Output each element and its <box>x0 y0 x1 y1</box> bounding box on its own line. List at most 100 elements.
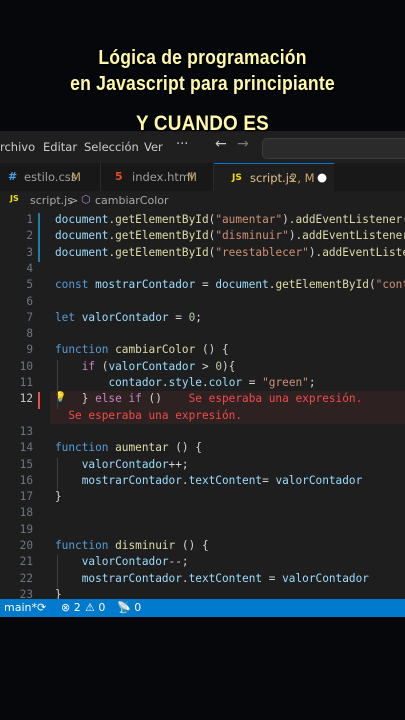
line-number: 10 <box>19 359 33 373</box>
code-line[interactable]: document.getElementById("disminuir").add… <box>55 229 405 242</box>
branch-indicator[interactable]: main* <box>4 601 37 614</box>
unsaved-dot-icon[interactable]: ● <box>317 170 327 184</box>
ports-indicator[interactable]: 📡 0 <box>117 601 141 614</box>
code-token: 0 <box>215 359 222 373</box>
code-line[interactable]: contador.style.color = "green"; <box>55 376 315 389</box>
breadcrumb-symbol[interactable]: cambiarColor <box>95 194 169 207</box>
line-number: 13 <box>19 424 33 438</box>
code-token: textContent <box>188 473 263 487</box>
line-number: 12 <box>19 392 33 406</box>
line-number: 14 <box>19 441 33 455</box>
tab-index-html[interactable]: 5 index.html M <box>101 163 214 191</box>
code-line[interactable]: function aumentar () { <box>55 441 202 454</box>
code-token: "reestablecer" <box>215 245 309 259</box>
code-token: ). <box>288 229 303 243</box>
video-caption-line-3: Y CUANDO ES <box>136 112 269 135</box>
line-number: 15 <box>19 457 33 471</box>
line-number: 20 <box>19 539 33 552</box>
code-token: contador <box>108 376 162 389</box>
code-token: addEventListener <box>295 213 403 226</box>
code-line[interactable]: function disminuir () { <box>55 539 209 552</box>
video-caption-line-1: Lógica de programación <box>98 47 307 69</box>
code-token: } <box>55 490 62 504</box>
code-token: getElementById <box>275 278 369 292</box>
gutter-change-marker <box>38 213 40 230</box>
breadcrumb: JS script.js > ⬡ cambiarColor <box>0 191 405 211</box>
code-token: document <box>55 213 109 226</box>
error-message-line[interactable]: Se esperaba una expresión. <box>55 409 242 422</box>
code-line[interactable]: valorContador--; <box>55 555 189 568</box>
code-line[interactable]: mostrarContador.textContent= valorContad… <box>55 473 363 487</box>
line-number: 18 <box>19 506 33 520</box>
code-token: ( <box>95 359 109 373</box>
tab-estilo-css[interactable]: # estilo.css M <box>0 163 101 191</box>
code-token: valorContador <box>81 310 169 324</box>
indent-guide <box>57 359 58 409</box>
code-token: . <box>201 376 209 389</box>
gutter-change-marker <box>38 392 40 409</box>
line-number: 21 <box>19 555 33 569</box>
function-symbol-icon: ⬡ <box>81 193 91 206</box>
code-line[interactable]: } <box>55 490 62 503</box>
code-token: style <box>168 376 202 389</box>
code-token: ). <box>282 213 296 226</box>
status-bar: main* ⟳ ⊗ 2 ⚠ 0 📡 0 <box>0 599 405 617</box>
code-line[interactable]: document.getElementById("reestablecer").… <box>55 246 405 259</box>
line-number: 7 <box>26 310 33 324</box>
lightbulb-icon[interactable]: 💡 <box>54 392 66 403</box>
code-token: valorContador <box>81 555 169 569</box>
command-center-search[interactable] <box>262 138 405 159</box>
warnings-count[interactable]: ⚠ 0 <box>85 601 105 614</box>
line-number: 6 <box>26 294 33 308</box>
more-menu-icon[interactable]: ··· <box>176 137 188 152</box>
code-token: disminuir <box>115 539 176 552</box>
code-token: mostrarContador <box>95 278 196 292</box>
code-editor[interactable]: 1 document.getElementById("aumentar").add… <box>0 211 405 617</box>
code-line[interactable]: let valorContador = 0; <box>55 311 202 324</box>
code-token: ( <box>368 278 376 292</box>
tab-label: estilo.css <box>24 170 77 184</box>
errors-count[interactable]: ⊗ 2 <box>61 601 81 614</box>
line-number: 22 <box>19 571 33 585</box>
code-line[interactable]: document.getElementById("aumentar").addE… <box>55 213 405 226</box>
code-token: = <box>242 376 263 389</box>
tab-problem-badge: 2, M <box>290 171 315 185</box>
code-token: getElementById <box>115 213 209 226</box>
code-token: --; <box>168 555 189 569</box>
breadcrumb-separator: > <box>69 194 79 207</box>
code-token: aumentar <box>115 441 169 455</box>
code-line[interactable]: } else if () Se esperaba una expresión. <box>55 392 363 405</box>
code-line[interactable]: if (valorContador > 0){ <box>55 359 236 373</box>
tab-modified-badge: M <box>187 170 197 184</box>
menu-item-ver[interactable]: Ver <box>144 140 163 154</box>
code-token: = <box>262 571 283 585</box>
menu-item-editar[interactable]: Editar <box>43 140 77 154</box>
back-arrow-icon[interactable]: ← <box>215 136 227 152</box>
menu-item-archivo[interactable]: rchivo <box>0 140 35 154</box>
code-token: () { <box>168 441 202 455</box>
code-line[interactable]: valorContador++; <box>55 458 189 471</box>
forward-arrow-icon[interactable]: → <box>237 136 249 152</box>
breadcrumb-file[interactable]: script.js <box>30 194 73 207</box>
code-line[interactable]: mostrarContador.textContent = valorConta… <box>55 572 369 585</box>
line-number: 9 <box>26 343 33 357</box>
code-line[interactable]: const mostrarContador = document.getElem… <box>55 278 405 291</box>
tab-script-js[interactable]: JS script.js 2, M ● <box>214 163 334 192</box>
code-token: "conta <box>375 278 405 292</box>
code-token: valorContador <box>282 571 369 585</box>
code-token: valorContador <box>108 359 196 373</box>
code-token: () { <box>195 343 229 357</box>
gutter-change-marker <box>38 229 40 246</box>
error-message: Se esperaba una expresión. <box>68 408 243 422</box>
code-token: () { <box>175 539 209 552</box>
menu-item-seleccion[interactable]: Selección <box>84 140 139 154</box>
code-line[interactable]: function cambiarColor () { <box>55 343 229 356</box>
code-token: cambiarColor <box>115 343 196 357</box>
code-token: addEventListener <box>302 229 405 243</box>
sync-icon[interactable]: ⟳ <box>37 601 46 614</box>
